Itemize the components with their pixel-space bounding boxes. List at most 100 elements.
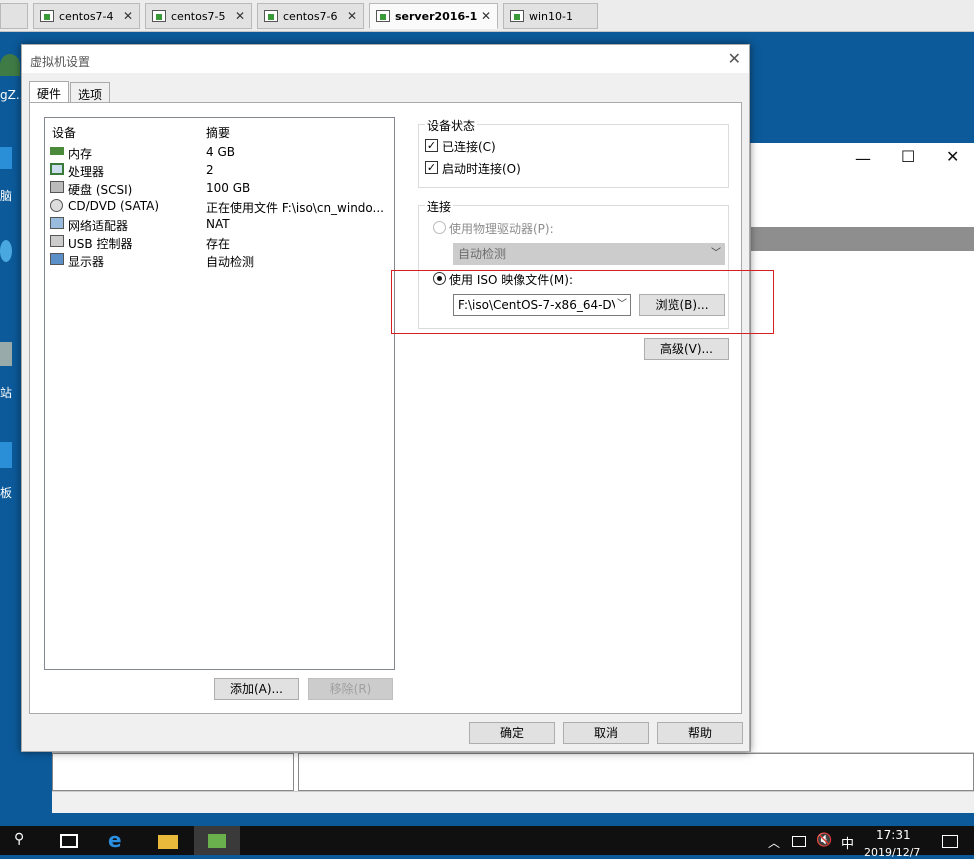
device-list: 设备 摘要 内存 4 GB 处理器 2 硬盘 (SCSI) 100 GB CD/… bbox=[44, 117, 395, 670]
connected-label: 已连接(C) bbox=[442, 140, 496, 154]
file-explorer-icon[interactable] bbox=[158, 835, 178, 849]
dialog-close-icon[interactable]: ✕ bbox=[728, 49, 741, 68]
tab-label: centos7-6 bbox=[283, 9, 338, 23]
vmware-icon bbox=[208, 834, 226, 848]
device-row-usb[interactable]: USB 控制器 存在 bbox=[45, 233, 394, 251]
device-row-cd-dvd[interactable]: CD/DVD (SATA) 正在使用文件 F:\iso\cn_windo... bbox=[45, 197, 394, 215]
device-summary: 4 GB bbox=[206, 145, 235, 159]
physical-drive-radio[interactable] bbox=[433, 221, 446, 234]
tab-hardware[interactable]: 硬件 bbox=[29, 81, 70, 103]
ok-button[interactable]: 确定 bbox=[469, 722, 555, 744]
add-device-button[interactable]: 添加(A)... bbox=[214, 678, 299, 700]
clock-time[interactable]: 17:31 bbox=[876, 828, 911, 842]
tab-close-icon[interactable]: ✕ bbox=[481, 9, 491, 23]
device-row-network[interactable]: 网络适配器 NAT bbox=[45, 215, 394, 233]
network-tray-icon[interactable] bbox=[792, 836, 806, 847]
tab-win10-1[interactable]: win10-1 bbox=[503, 3, 598, 29]
connected-checkbox[interactable]: ✓ bbox=[425, 139, 438, 152]
tab-label: win10-1 bbox=[529, 9, 573, 23]
maximize-icon[interactable]: ☐ bbox=[901, 147, 915, 166]
device-summary: 自动检测 bbox=[206, 255, 255, 269]
device-summary: 正在使用文件 F:\iso\cn_windo... bbox=[206, 201, 384, 215]
ie-icon[interactable]: e bbox=[108, 828, 122, 852]
cd-icon bbox=[50, 199, 63, 212]
harddisk-icon bbox=[50, 181, 64, 193]
desktop-icon-label-2: 脑 bbox=[0, 189, 13, 203]
volume-icon[interactable]: 🔇 bbox=[816, 833, 832, 848]
memory-icon bbox=[50, 147, 64, 155]
device-summary: 100 GB bbox=[206, 181, 251, 195]
tab-options[interactable]: 选项 bbox=[70, 82, 111, 103]
device-name: 网络适配器 bbox=[68, 219, 129, 233]
remove-device-button[interactable]: 移除(R) bbox=[308, 678, 393, 700]
minimize-icon[interactable]: — bbox=[855, 149, 871, 168]
highlight-annotation-box bbox=[391, 270, 774, 334]
cancel-button[interactable]: 取消 bbox=[563, 722, 649, 744]
device-name: 显示器 bbox=[68, 255, 105, 269]
recycle-bin-icon[interactable] bbox=[0, 342, 12, 366]
taskbar: ⚲ e ︿ 🔇 中 17:31 2019/12/7 bbox=[0, 826, 974, 859]
task-view-icon[interactable] bbox=[60, 834, 78, 848]
device-status-group: 设备状态 ✓ 已连接(C) ✓ 启动时连接(O) bbox=[418, 117, 729, 188]
column-header-summary: 摘要 bbox=[206, 126, 231, 140]
this-pc-icon[interactable] bbox=[0, 147, 12, 169]
vm-settings-dialog: 虚拟机设置 ✕ 硬件 选项 设备 摘要 内存 4 GB 处理器 2 硬盘 (SC… bbox=[21, 44, 750, 752]
tab-close-icon[interactable]: ✕ bbox=[235, 9, 245, 23]
physical-drive-label: 使用物理驱动器(P): bbox=[449, 222, 554, 236]
device-row-harddisk[interactable]: 硬盘 (SCSI) 100 GB bbox=[45, 179, 394, 197]
cpu-icon bbox=[50, 163, 64, 175]
user-folder-icon[interactable] bbox=[0, 54, 20, 76]
monitor-icon bbox=[50, 253, 64, 265]
ime-indicator[interactable]: 中 bbox=[841, 833, 854, 852]
clock-date[interactable]: 2019/12/7 bbox=[864, 846, 920, 859]
advanced-button[interactable]: 高级(V)... bbox=[644, 338, 729, 360]
close-icon[interactable]: ✕ bbox=[946, 147, 959, 166]
tab-close-icon[interactable]: ✕ bbox=[347, 9, 357, 23]
tab-centos7-4[interactable]: centos7-4 ✕ bbox=[33, 3, 140, 29]
desktop-icon-label-3: 站 bbox=[0, 386, 13, 400]
help-button[interactable]: 帮助 bbox=[657, 722, 743, 744]
hardware-panel: 设备 摘要 内存 4 GB 处理器 2 硬盘 (SCSI) 100 GB CD/… bbox=[29, 102, 742, 714]
background-left-pane bbox=[52, 753, 294, 791]
network-adapter-icon bbox=[50, 217, 64, 229]
network-icon[interactable] bbox=[0, 240, 12, 262]
background-right-pane bbox=[298, 753, 974, 791]
device-summary: 2 bbox=[206, 163, 214, 177]
usb-icon bbox=[50, 235, 64, 247]
tab-label: server2016-1 bbox=[395, 9, 478, 23]
connect-on-power-checkbox[interactable]: ✓ bbox=[425, 161, 438, 174]
tab-close-icon[interactable]: ✕ bbox=[123, 9, 133, 23]
tab-label: centos7-5 bbox=[171, 9, 226, 23]
tab-centos7-6[interactable]: centos7-6 ✕ bbox=[257, 3, 364, 29]
control-panel-icon[interactable] bbox=[0, 442, 12, 468]
tab-server2016-1[interactable]: server2016-1 ✕ bbox=[369, 3, 498, 29]
device-row-monitor[interactable]: 显示器 自动检测 bbox=[45, 251, 394, 269]
tab-centos7-5[interactable]: centos7-5 ✕ bbox=[145, 3, 252, 29]
dialog-title: 虚拟机设置 bbox=[22, 45, 749, 73]
device-name: CD/DVD (SATA) bbox=[68, 199, 160, 213]
connect-on-power-label: 启动时连接(O) bbox=[442, 162, 521, 176]
vm-icon bbox=[376, 10, 390, 22]
desktop-icons: gZ... 脑 站 板 bbox=[0, 32, 27, 826]
tab-label: centos7-4 bbox=[59, 9, 114, 23]
device-name: USB 控制器 bbox=[68, 237, 133, 251]
device-row-cpu[interactable]: 处理器 2 bbox=[45, 161, 394, 179]
search-icon[interactable]: ⚲ bbox=[14, 831, 24, 847]
device-row-memory[interactable]: 内存 4 GB bbox=[45, 143, 394, 161]
vm-icon bbox=[264, 10, 278, 22]
chevron-down-icon: ﹀ bbox=[711, 248, 721, 259]
background-statusbar bbox=[52, 791, 974, 813]
notification-icon[interactable] bbox=[942, 835, 958, 848]
background-window: — ☐ ✕ bbox=[750, 143, 974, 813]
vm-icon bbox=[152, 10, 166, 22]
tab-prev[interactable] bbox=[0, 3, 28, 29]
desktop-icon-label-4: 板 bbox=[0, 486, 13, 500]
chevron-up-icon[interactable]: ︿ bbox=[768, 834, 780, 851]
physical-drive-select[interactable]: 自动检测 ﹀ bbox=[453, 243, 725, 265]
device-name: 硬盘 (SCSI) bbox=[68, 183, 133, 197]
device-name: 内存 bbox=[68, 147, 93, 161]
device-name: 处理器 bbox=[68, 165, 105, 179]
background-window-bottom bbox=[52, 752, 974, 813]
device-summary: 存在 bbox=[206, 237, 231, 251]
background-toolbar bbox=[751, 227, 974, 251]
